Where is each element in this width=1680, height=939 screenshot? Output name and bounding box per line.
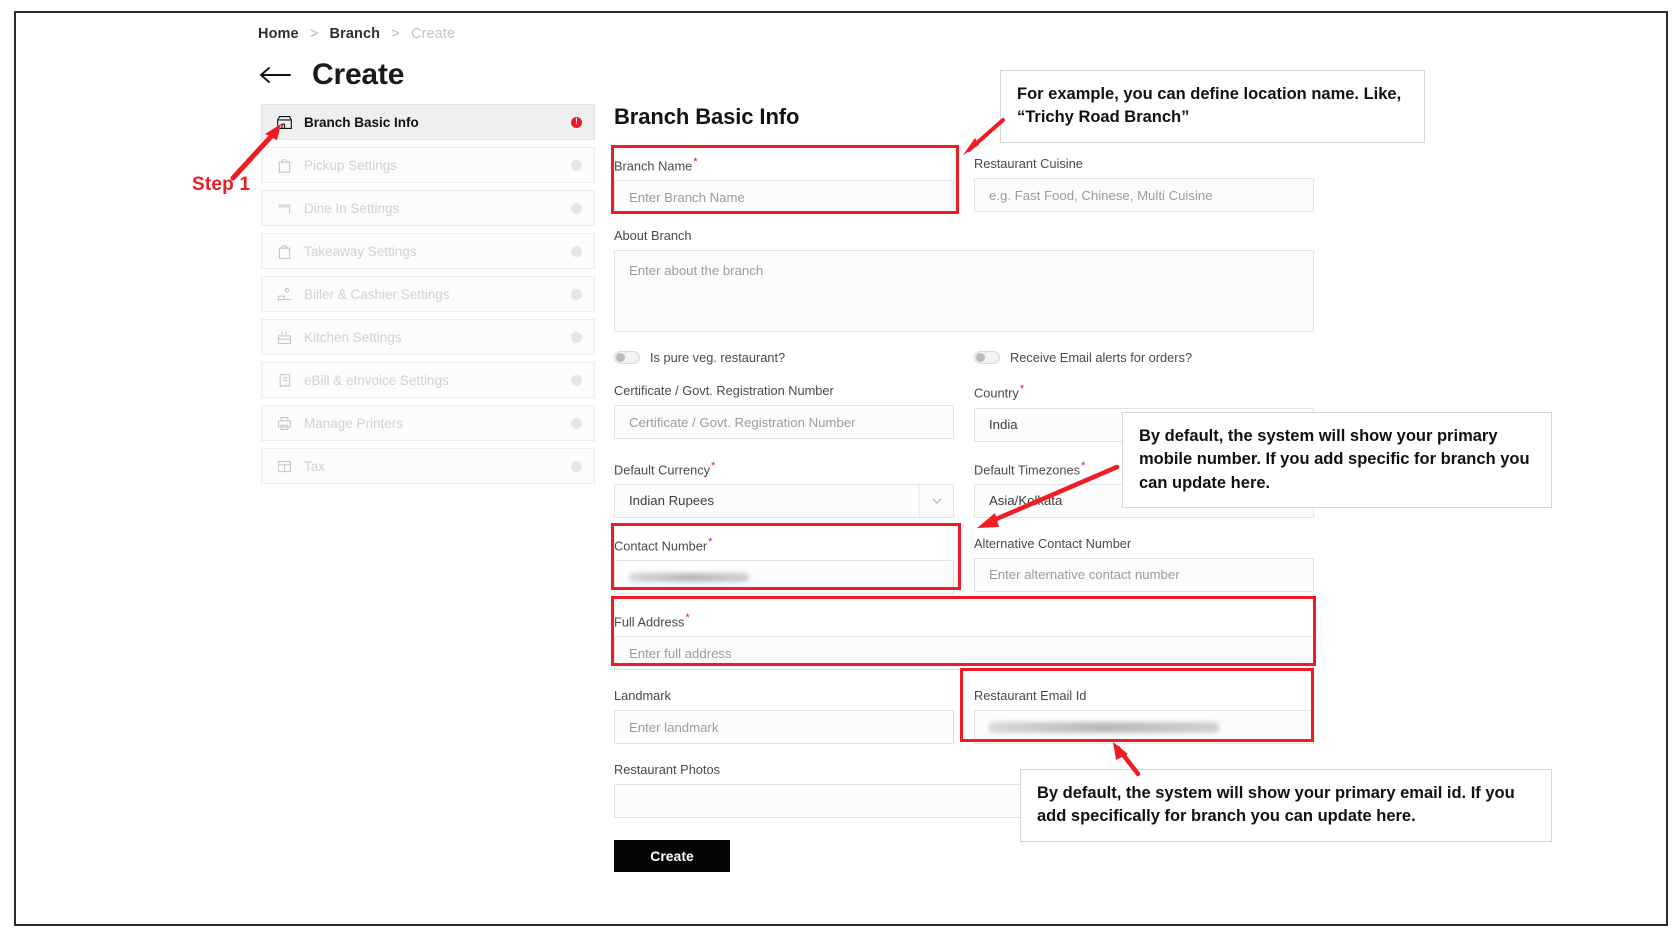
sidebar-item-tax[interactable]: Tax	[261, 448, 595, 484]
sidebar-item-manage-printers[interactable]: Manage Printers	[261, 405, 595, 441]
required-marker: *	[708, 535, 713, 548]
default-currency-value: Indian Rupees	[629, 493, 715, 509]
printer-icon	[276, 415, 293, 432]
sidebar-item-label: Takeaway Settings	[304, 243, 417, 259]
restaurant-cuisine-label: Restaurant Cuisine	[974, 156, 1083, 171]
breadcrumb-create: Create	[410, 26, 456, 42]
status-dot-icon	[571, 331, 582, 343]
sidebar-item-kitchen-settings[interactable]: Kitchen Settings	[261, 319, 595, 355]
sidebar-item-label: Branch Basic Info	[304, 114, 419, 130]
kitchen-icon	[276, 329, 293, 346]
bag-takeaway-icon	[276, 243, 293, 260]
default-currency-select[interactable]: Indian Rupees	[614, 483, 954, 518]
sidebar-item-label: Manage Printers	[304, 415, 404, 431]
certificate-label: Certificate / Govt. Registration Number	[614, 383, 834, 399]
sidebar-item-label: Pickup Settings	[304, 157, 398, 173]
status-dot-icon	[571, 245, 582, 257]
redacted-restaurant-email	[989, 721, 1219, 733]
required-marker: *	[711, 459, 716, 472]
callout-contact-number: By default, the system will show your pr…	[1122, 412, 1552, 509]
page-header: Create	[258, 58, 404, 92]
field-restaurant-email: Restaurant Email Id	[974, 688, 1314, 745]
status-dot-icon	[571, 417, 582, 429]
page-title: Create	[312, 58, 405, 91]
back-arrow-icon[interactable]	[258, 60, 292, 90]
field-restaurant-cuisine: Restaurant Cuisine e.g. Fast Food, Chine…	[974, 156, 1314, 214]
breadcrumb: Home > Branch > Create	[258, 26, 455, 42]
redacted-contact-number	[629, 572, 749, 582]
restaurant-email-label: Restaurant Email Id	[974, 688, 1087, 704]
breadcrumb-separator-2: >	[391, 26, 400, 42]
pure-veg-switch[interactable]	[614, 351, 640, 365]
cashier-icon	[276, 286, 293, 303]
full-address-label: Full Address*	[614, 612, 690, 630]
field-contact-number: Contact Number*	[614, 535, 954, 595]
ebill-icon	[276, 372, 293, 389]
callout-contact-number-arrow-icon	[977, 464, 1120, 528]
full-address-input[interactable]: Enter full address	[614, 636, 1314, 671]
sidebar-item-ebill-einvoice-settings[interactable]: eBill & eInvoice Settings	[261, 362, 595, 398]
alt-contact-number-input[interactable]: Enter alternative contact number	[974, 557, 1314, 592]
about-branch-textarea[interactable]: Enter about the branch	[614, 250, 1314, 333]
field-certificate: Certificate / Govt. Registration Number …	[614, 383, 954, 441]
certificate-input[interactable]: Certificate / Govt. Registration Number	[614, 405, 954, 440]
sidebar-item-label: Dine In Settings	[304, 200, 400, 216]
sidebar-item-takeaway-settings[interactable]: Takeaway Settings	[261, 233, 595, 269]
field-landmark: Landmark Enter landmark	[614, 688, 954, 745]
field-alt-contact-number: Alternative Contact Number Enter alterna…	[974, 536, 1314, 594]
contact-number-label: Contact Number*	[614, 535, 713, 554]
landmark-label: Landmark	[614, 688, 671, 704]
required-marker: *	[685, 612, 690, 625]
pure-veg-label: Is pure veg. restaurant?	[650, 350, 786, 366]
alt-contact-number-label: Alternative Contact Number	[974, 535, 1132, 551]
contact-number-input[interactable]	[614, 560, 954, 595]
sidebar-item-biller-cashier-settings[interactable]: Biller & Cashier Settings	[261, 276, 595, 312]
step-1-arrow-icon	[230, 124, 281, 181]
callout-restaurant-email: By default, the system will show your pr…	[1020, 769, 1552, 842]
toggle-pure-veg[interactable]: Is pure veg. restaurant?	[614, 350, 954, 365]
status-dot-icon	[571, 460, 582, 472]
status-dot-icon	[571, 288, 582, 300]
table-icon	[276, 200, 293, 217]
toggle-email-alerts[interactable]: Receive Email alerts for orders?	[974, 350, 1314, 365]
required-marker: *	[693, 156, 698, 168]
email-alerts-switch[interactable]	[974, 351, 1000, 365]
breadcrumb-home[interactable]: Home	[258, 26, 299, 42]
breadcrumb-branch[interactable]: Branch	[330, 26, 381, 42]
landmark-input[interactable]: Enter landmark	[614, 710, 954, 745]
sidebar-item-label: Kitchen Settings	[304, 329, 402, 345]
tax-icon	[276, 458, 293, 475]
error-badge-icon	[571, 116, 582, 128]
sidebar-item-label: eBill & eInvoice Settings	[304, 372, 449, 388]
field-default-currency: Default Currency* Indian Rupees	[614, 460, 954, 518]
sidebar-item-dine-in-settings[interactable]: Dine In Settings	[261, 190, 595, 226]
sidebar-item-label: Biller & Cashier Settings	[304, 286, 450, 302]
callout-restaurant-email-arrow-icon	[1113, 742, 1141, 777]
default-currency-label: Default Currency*	[614, 459, 716, 477]
field-about-branch: About Branch Enter about the branch	[614, 228, 1314, 333]
sidebar-item-label: Tax	[304, 458, 326, 474]
create-button[interactable]: Create	[614, 840, 730, 873]
callout-branch-name-arrow-icon	[963, 118, 1005, 155]
restaurant-cuisine-input[interactable]: e.g. Fast Food, Chinese, Multi Cuisine	[974, 178, 1314, 212]
about-branch-label: About Branch	[614, 228, 692, 244]
branch-name-label: Branch Name*	[614, 156, 698, 174]
country-label: Country*	[974, 383, 1025, 401]
field-full-address: Full Address* Enter full address	[614, 612, 1314, 671]
email-alerts-label: Receive Email alerts for orders?	[1010, 350, 1193, 366]
chevron-down-icon[interactable]	[919, 484, 953, 517]
status-dot-icon	[571, 159, 582, 171]
status-dot-icon	[571, 374, 582, 386]
callout-branch-name: For example, you can define location nam…	[1000, 70, 1425, 143]
required-marker: *	[1019, 383, 1025, 396]
status-dot-icon	[571, 202, 582, 214]
field-branch-name: Branch Name* Enter Branch Name	[614, 156, 954, 215]
branch-name-input[interactable]: Enter Branch Name	[614, 180, 954, 215]
breadcrumb-separator-1: >	[309, 26, 319, 42]
